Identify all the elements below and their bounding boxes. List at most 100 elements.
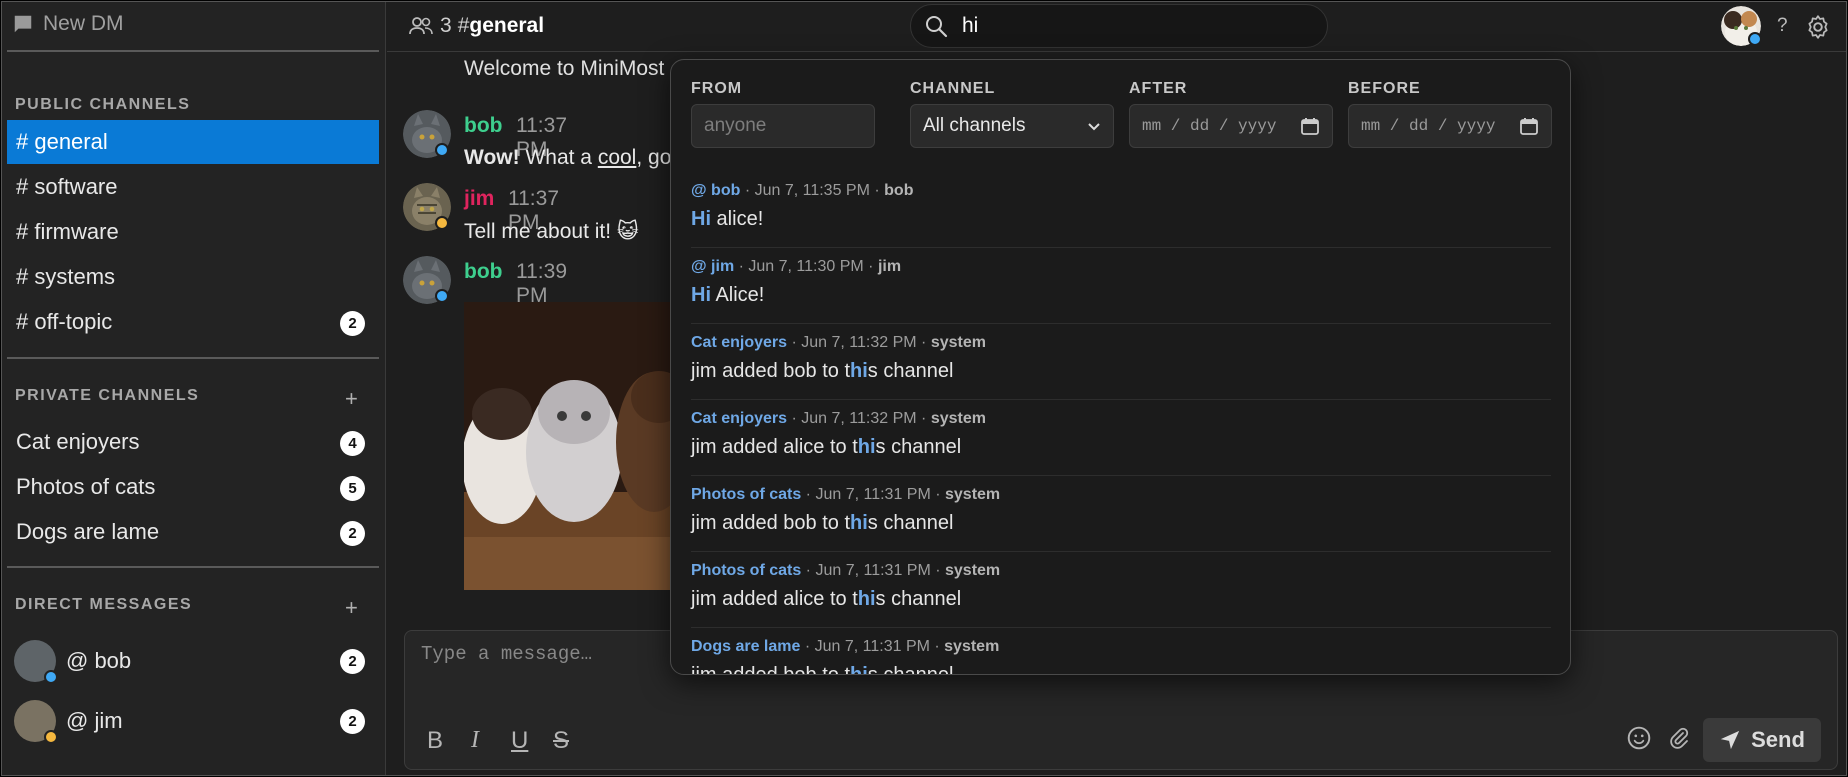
send-button[interactable]: Send xyxy=(1703,718,1821,762)
message-author[interactable]: bob xyxy=(464,114,502,138)
result-source[interactable]: @ bob xyxy=(691,182,740,199)
search-result-item[interactable]: @ bob · Jun 7, 11:35 PM · bob Hi alice! xyxy=(691,172,1551,248)
result-meta: Cat enjoyers · Jun 7, 11:32 PM · system xyxy=(691,334,986,351)
gear-icon[interactable] xyxy=(1805,14,1831,40)
attachment-icon[interactable] xyxy=(1667,725,1691,751)
emoji-icon[interactable] xyxy=(1626,725,1652,751)
channel-label: # systems xyxy=(16,264,116,289)
sidebar-dm-item[interactable]: @ bob 2 xyxy=(7,636,379,686)
result-text-before: jim added alice to t xyxy=(691,588,858,610)
result-author: system xyxy=(930,410,986,427)
calendar-icon[interactable] xyxy=(1300,116,1320,136)
result-highlight: hi xyxy=(857,588,876,610)
sidebar-channel-item[interactable]: # firmware xyxy=(7,210,379,254)
search-result-item[interactable]: Dogs are lame · Jun 7, 11:31 PM · system… xyxy=(691,628,1551,674)
user-status-dot xyxy=(1748,32,1762,46)
search-result-item[interactable]: Photos of cats · Jun 7, 11:31 PM · syste… xyxy=(691,552,1551,628)
channel-label: Photos of cats xyxy=(16,474,156,499)
message-link[interactable]: cool xyxy=(598,146,637,169)
sidebar: New DM PUBLIC CHANNELS # general # softwa… xyxy=(2,2,386,775)
help-icon[interactable]: ? xyxy=(1777,15,1788,37)
channel-label: Cat enjoyers xyxy=(16,429,140,454)
message-text: Tell me about it! 😺 xyxy=(464,220,639,243)
unread-badge: 5 xyxy=(340,476,365,501)
search-result-item[interactable]: @ jim · Jun 7, 11:30 PM · jim Hi Alice! xyxy=(691,248,1551,324)
result-text-after: s channel xyxy=(867,512,954,534)
result-author: jim xyxy=(877,258,902,275)
result-author: system xyxy=(945,486,1001,503)
add-direct-message-button[interactable]: + xyxy=(345,597,358,619)
kittens-photo[interactable] xyxy=(464,302,674,590)
result-source[interactable]: @ jim xyxy=(691,258,734,275)
unread-badge: 2 xyxy=(340,521,365,546)
direct-messages-title: DIRECT MESSAGES xyxy=(15,596,193,613)
search-result-item[interactable]: Photos of cats · Jun 7, 11:31 PM · syste… xyxy=(691,476,1551,552)
after-date-input[interactable]: mm / dd / yyyy xyxy=(1129,104,1333,148)
dm-label: @ bob xyxy=(66,648,132,673)
search-input[interactable] xyxy=(960,13,1260,39)
result-source[interactable]: Photos of cats xyxy=(691,486,801,503)
result-text: jim added bob to this channel xyxy=(691,360,953,383)
online-status xyxy=(435,289,449,303)
search-result-item[interactable]: Cat enjoyers · Jun 7, 11:32 PM · system j… xyxy=(691,400,1551,476)
from-filter-input[interactable]: anyone xyxy=(691,104,875,148)
welcome-message: Welcome to MiniMost xyxy=(464,57,665,80)
after-filter-label: AFTER xyxy=(1129,80,1188,97)
bold-button[interactable]: B xyxy=(427,727,443,755)
chat-bubble-icon xyxy=(14,15,32,33)
sidebar-private-channel-item[interactable]: Cat enjoyers 4 xyxy=(7,420,379,464)
result-author: system xyxy=(944,638,1000,655)
channel-name: general xyxy=(469,14,545,37)
channel-label: # off-topic xyxy=(16,309,113,334)
sidebar-channel-item[interactable]: # software xyxy=(7,165,379,209)
result-date: Jun 7, 11:31 PM xyxy=(815,562,931,579)
channel-filter-select[interactable]: All channels xyxy=(910,104,1114,148)
result-meta: Dogs are lame · Jun 7, 11:31 PM · system xyxy=(691,638,1000,655)
result-text: jim added bob to this channel xyxy=(691,512,953,535)
sidebar-private-channel-item[interactable]: Dogs are lame 2 xyxy=(7,510,379,554)
channel-filter-label: CHANNEL xyxy=(910,80,996,97)
underline-button[interactable]: U xyxy=(511,727,528,755)
sidebar-channel-item[interactable]: # off-topic 2 xyxy=(7,300,379,344)
result-meta: @ jim · Jun 7, 11:30 PM · jim xyxy=(691,258,902,275)
result-meta: Cat enjoyers · Jun 7, 11:32 PM · system xyxy=(691,410,986,427)
result-text-before: jim added bob to t xyxy=(691,512,850,534)
members-icon[interactable] xyxy=(408,15,434,37)
message-author[interactable]: bob xyxy=(464,260,502,284)
result-meta: Photos of cats · Jun 7, 11:31 PM · syste… xyxy=(691,562,1001,579)
channel-label: # software xyxy=(16,174,118,199)
search-box[interactable] xyxy=(910,4,1328,48)
message-author[interactable]: jim xyxy=(464,187,494,211)
result-source[interactable]: Cat enjoyers xyxy=(691,334,787,351)
calendar-icon[interactable] xyxy=(1519,116,1539,136)
unread-badge: 2 xyxy=(340,709,365,734)
result-date: Jun 7, 11:35 PM xyxy=(754,182,870,199)
strikethrough-button[interactable]: S xyxy=(553,727,569,755)
channel-header: 3 #general ? xyxy=(387,2,1846,52)
member-count: 3 xyxy=(440,14,452,37)
add-private-channel-button[interactable]: + xyxy=(345,388,358,410)
result-author: system xyxy=(930,334,986,351)
unread-badge: 4 xyxy=(340,431,365,456)
result-source[interactable]: Dogs are lame xyxy=(691,638,800,655)
result-text-before: jim added bob to t xyxy=(691,360,850,382)
sidebar-channel-item[interactable]: # systems xyxy=(7,255,379,299)
result-date: Jun 7, 11:31 PM xyxy=(814,638,930,655)
result-text-after: s channel xyxy=(875,436,962,458)
result-text-after: alice! xyxy=(711,208,764,230)
italic-button[interactable]: I xyxy=(471,727,479,754)
sidebar-divider xyxy=(7,566,379,568)
channel-label: # general xyxy=(16,129,108,154)
dm-label: @ jim xyxy=(66,708,123,733)
sidebar-channel-item[interactable]: # general xyxy=(7,120,379,164)
sidebar-private-channel-item[interactable]: Photos of cats 5 xyxy=(7,465,379,509)
public-channels-title: PUBLIC CHANNELS xyxy=(15,96,191,113)
search-result-item[interactable]: Cat enjoyers · Jun 7, 11:32 PM · system j… xyxy=(691,324,1551,400)
away-status xyxy=(435,216,449,230)
result-source[interactable]: Photos of cats xyxy=(691,562,801,579)
result-date: Jun 7, 11:32 PM xyxy=(801,334,917,351)
new-dm-button[interactable]: New DM xyxy=(12,10,124,38)
result-source[interactable]: Cat enjoyers xyxy=(691,410,787,427)
sidebar-dm-item[interactable]: @ jim 2 xyxy=(7,696,379,746)
before-date-input[interactable]: mm / dd / yyyy xyxy=(1348,104,1552,148)
